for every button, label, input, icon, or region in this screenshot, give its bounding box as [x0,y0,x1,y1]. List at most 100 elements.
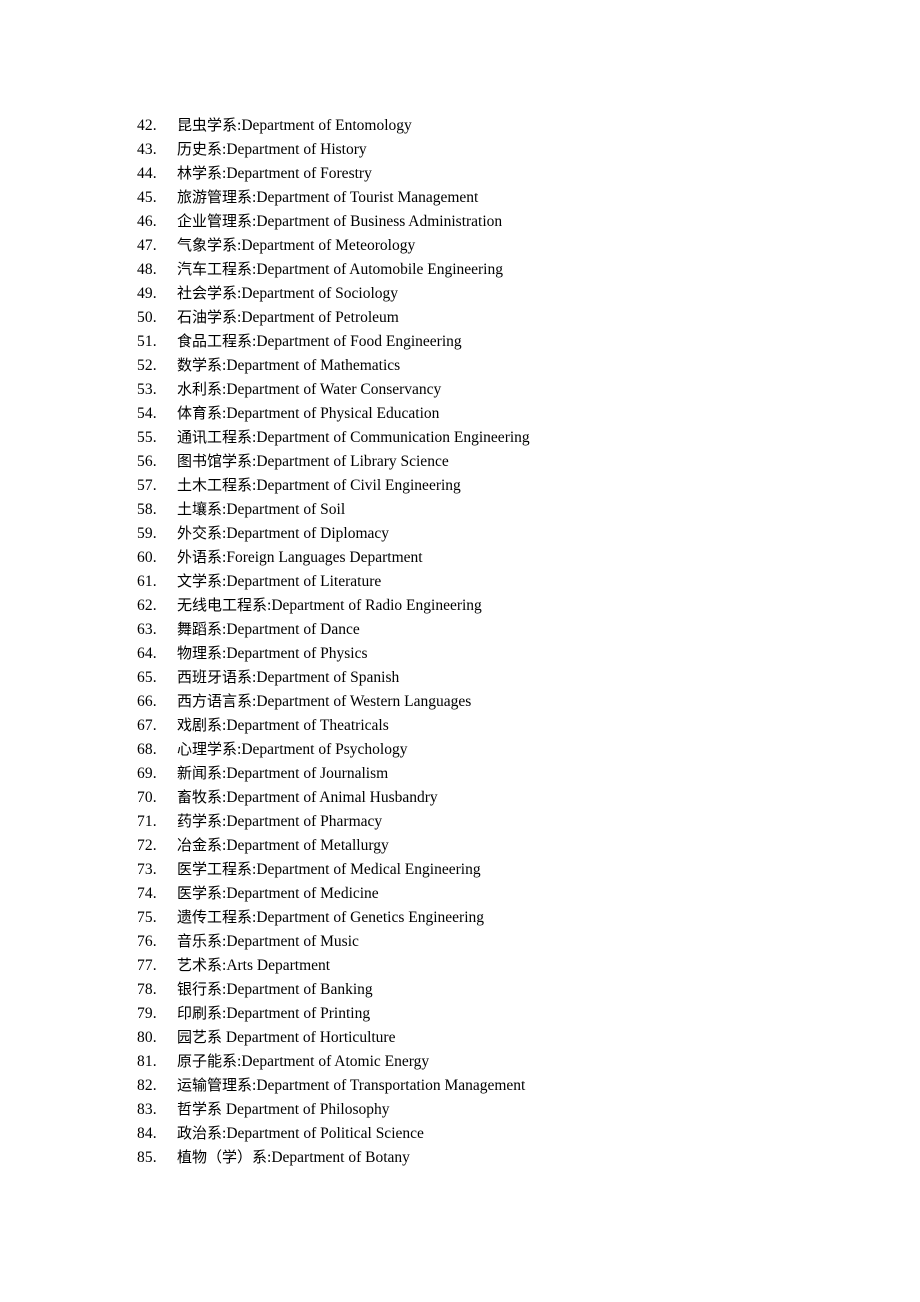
department-name-chinese: 数学系 [177,356,223,374]
list-item-text: 外交系:Department of Diplomacy [177,521,389,546]
list-item-number: 84. [137,1125,157,1142]
list-item-number: 43. [137,141,157,158]
department-name-english: Department of Sociology [241,285,399,302]
list-item-text: 西方语言系:Department of Western Languages [177,689,471,714]
list-item: 54. 体育系:Department of Physical Education [0,401,920,425]
list-item-number: 44. [137,165,157,182]
department-name-chinese: 无线电工程系 [177,596,268,614]
list-item-number: 71. [137,813,157,830]
department-name-chinese: 体育系 [177,404,223,422]
list-item-text: 银行系:Department of Banking [177,977,373,1002]
department-name-english: Department of Petroleum [241,309,399,326]
list-item-text: 林学系:Department of Forestry [177,161,372,186]
department-name-chinese: 原子能系 [177,1052,238,1070]
document-page: 42. 昆虫学系:Department of Entomology 43. 历史系:D… [0,0,920,1302]
department-name-chinese: 艺术系 [177,956,223,974]
list-item: 45. 旅游管理系:Department of Tourist Managemen… [0,185,920,209]
list-item-text: 药学系:Department of Pharmacy [177,809,382,834]
list-item-text: 无线电工程系:Department of Radio Engineering [177,593,482,618]
department-name-english: Department of Mathematics [226,357,401,374]
list-item: 67. 戏剧系:Department of Theatricals [0,713,920,737]
department-name-chinese: 西班牙语系 [177,668,253,686]
department-name-chinese: 外交系 [177,524,223,542]
list-item: 83. 哲学系 Department of Philosophy [0,1097,920,1121]
list-item-number: 48. [137,261,157,278]
list-item: 62. 无线电工程系:Department of Radio Engineerin… [0,593,920,617]
list-item-text: 艺术系:Arts Department [177,953,330,978]
list-item-text: 汽车工程系:Department of Automobile Engineeri… [177,257,503,282]
department-name-english: Department of Pharmacy [226,813,383,830]
list-item-number: 85. [137,1149,157,1166]
list-item-number: 78. [137,981,157,998]
department-name-chinese: 医学工程系 [177,860,253,878]
list-item: 68. 心理学系:Department of Psychology [0,737,920,761]
list-item-number: 77. [137,957,157,974]
list-item: 82. 运输管理系:Department of Transportation Ma… [0,1073,920,1097]
department-name-english: Department of Meteorology [241,237,416,254]
list-item-text: 原子能系:Department of Atomic Energy [177,1049,429,1074]
department-name-english: Department of Entomology [241,117,412,134]
department-name-chinese: 文学系 [177,572,223,590]
list-item-text: 印刷系:Department of Printing [177,1001,370,1026]
list-item-text: 畜牧系:Department of Animal Husbandry [177,785,438,810]
list-item: 47. 气象学系:Department of Meteorology [0,233,920,257]
list-item-number: 60. [137,549,157,566]
list-item-number: 83. [137,1101,157,1118]
department-name-chinese: 政治系 [177,1124,223,1142]
list-item-text: 外语系:Foreign Languages Department [177,545,423,570]
department-name-chinese: 畜牧系 [177,788,223,806]
list-item-text: 气象学系:Department of Meteorology [177,233,415,258]
list-item-number: 58. [137,501,157,518]
department-name-chinese: 园艺系 [177,1028,223,1046]
list-item: 52. 数学系:Department of Mathematics [0,353,920,377]
list-item: 48. 汽车工程系:Department of Automobile Engine… [0,257,920,281]
department-name-chinese: 哲学系 [177,1100,223,1118]
department-name-chinese: 植物（学）系 [177,1148,268,1166]
list-item-text: 数学系:Department of Mathematics [177,353,400,378]
list-item-number: 82. [137,1077,157,1094]
department-name-chinese: 银行系 [177,980,223,998]
list-item-text: 政治系:Department of Political Science [177,1121,424,1146]
department-name-chinese: 土壤系 [177,500,223,518]
department-name-english: Department of Theatricals [226,717,389,734]
department-name-english: Department of Dance [226,621,360,638]
department-name-english: Department of Transportation Management [256,1077,526,1094]
list-item-number: 46. [137,213,157,230]
list-item-text: 通讯工程系:Department of Communication Engine… [177,425,530,450]
list-item: 73. 医学工程系:Department of Medical Engineeri… [0,857,920,881]
list-item-number: 45. [137,189,157,206]
list-item-text: 冶金系:Department of Metallurgy [177,833,389,858]
list-item: 61. 文学系:Department of Literature [0,569,920,593]
list-item-text: 物理系:Department of Physics [177,641,368,666]
department-name-english: Department of Automobile Engineering [256,261,503,278]
document-body: 42. 昆虫学系:Department of Entomology 43. 历史系:D… [0,113,920,1169]
department-name-chinese: 历史系 [177,140,223,158]
list-item: 77. 艺术系:Arts Department [0,953,920,977]
list-item-number: 63. [137,621,157,638]
list-item-number: 74. [137,885,157,902]
department-name-chinese: 汽车工程系 [177,260,253,278]
list-item: 66. 西方语言系:Department of Western Languages [0,689,920,713]
department-name-english: Department of Printing [226,1005,371,1022]
department-name-chinese: 戏剧系 [177,716,223,734]
department-name-english: Department of Civil Engineering [256,477,461,494]
department-name-chinese: 食品工程系 [177,332,253,350]
department-name-chinese: 图书馆学系 [177,452,253,470]
department-name-chinese: 旅游管理系 [177,188,253,206]
list-item: 80. 园艺系 Department of Horticulture [0,1025,920,1049]
department-name-english: Department of Physical Education [226,405,440,422]
list-item: 49. 社会学系:Department of Sociology [0,281,920,305]
department-name-english: Department of Journalism [226,765,389,782]
department-name-english: Department of Banking [226,981,373,998]
list-item-number: 50. [137,309,157,326]
department-name-chinese: 企业管理系 [177,212,253,230]
list-item-text: 医学工程系:Department of Medical Engineering [177,857,481,882]
department-name-chinese: 遗传工程系 [177,908,253,926]
list-item-text: 哲学系 Department of Philosophy [177,1097,389,1122]
department-name-chinese: 通讯工程系 [177,428,253,446]
list-item-number: 70. [137,789,157,806]
list-item: 57. 土木工程系:Department of Civil Engineering [0,473,920,497]
department-name-english: Arts Department [226,957,331,974]
department-name-english: Department of Diplomacy [226,525,390,542]
list-item-text: 舞蹈系:Department of Dance [177,617,360,642]
